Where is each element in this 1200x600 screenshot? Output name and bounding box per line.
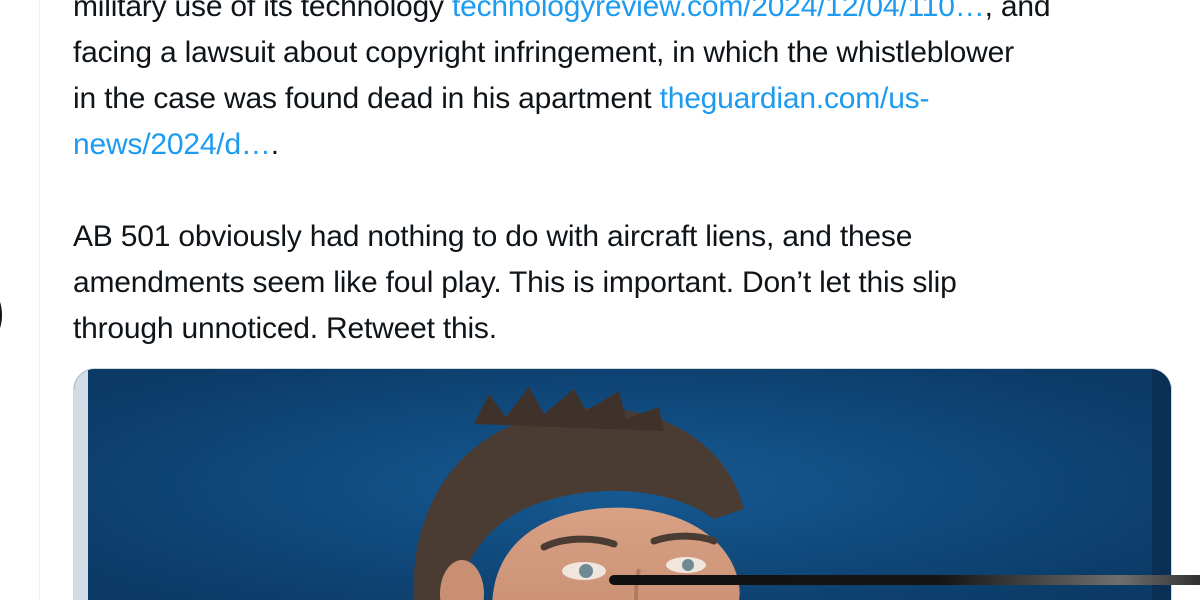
avatar-ring-icon[interactable] [0,282,2,348]
tweet-line: news/2024/d…. [73,122,1183,168]
tweet-paragraph-1: military use of its technology technolog… [73,0,1183,168]
tweet-text-fragment: military use of its technology [73,0,452,23]
tweet-media-image[interactable] [73,368,1172,600]
tweet-body: military use of its technology technolog… [73,0,1183,352]
tweet-line: military use of its technology technolog… [73,0,1183,30]
home-indicator-bar[interactable] [609,575,1200,585]
tweet-line: amendments seem like foul play. This is … [73,266,957,299]
tweet-text-fragment: in the case was found dead in his apartm… [73,82,660,115]
tweet-text-fragment: , and [984,0,1051,23]
theguardian-link[interactable]: theguardian.com/us- [660,82,930,115]
tweet-line: facing a lawsuit about copyright infring… [73,36,1014,69]
technologyreview-link[interactable]: technologyreview.com/2024/12/04/110… [452,0,985,23]
tweet-screen: military use of its technology technolog… [0,0,1200,600]
portrait-photo [74,369,1171,600]
tweet-line: through unnoticed. Retweet this. [73,312,497,345]
theguardian-link-continued[interactable]: news/2024/d… [73,128,271,161]
tweet-line: in the case was found dead in his apartm… [73,76,1183,122]
tweet-paragraph-2: AB 501 obviously had nothing to do with … [73,214,1183,352]
tweet-line: AB 501 obviously had nothing to do with … [73,220,913,253]
thread-divider [39,0,40,600]
tweet-text-fragment: . [270,128,279,161]
